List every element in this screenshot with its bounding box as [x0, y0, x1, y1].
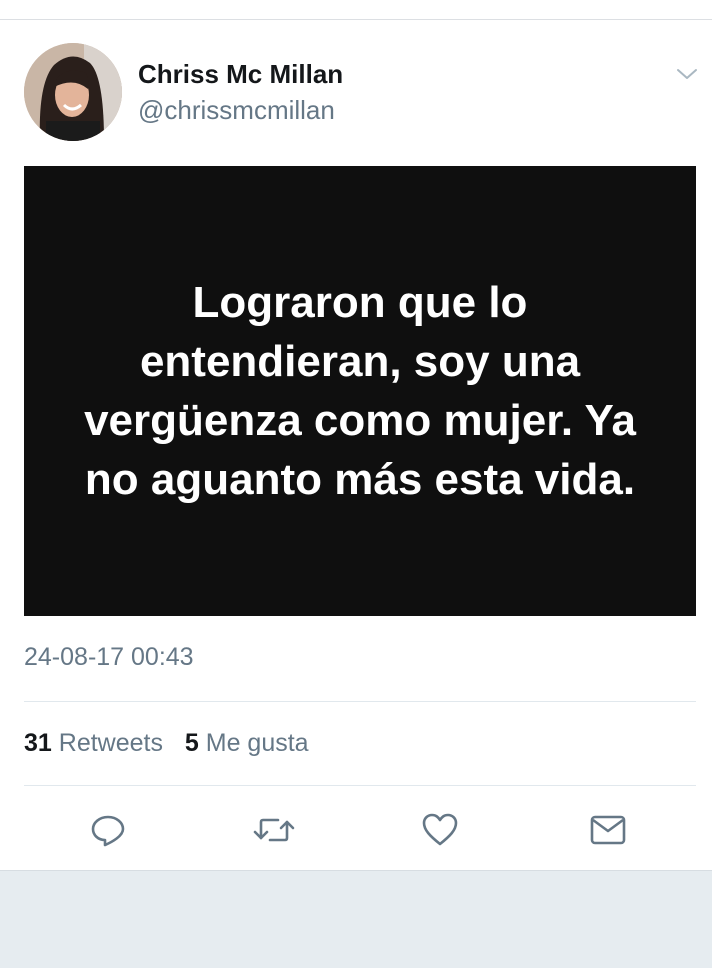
- avatar-photo: [24, 43, 122, 141]
- message-icon[interactable]: [586, 808, 630, 852]
- likes-count: 5: [184, 729, 199, 757]
- tweet-stats: 31 Retweets 5 Me gusta: [24, 729, 309, 758]
- timeline-background: [0, 870, 712, 968]
- author-handle[interactable]: @chrissmcmillan: [138, 95, 335, 126]
- chevron-down-icon[interactable]: [672, 62, 702, 86]
- tweet-actions: [0, 800, 712, 860]
- heart-icon[interactable]: [418, 808, 462, 852]
- retweets-stat[interactable]: 31 Retweets: [24, 729, 170, 757]
- retweets-count: 31: [24, 729, 52, 757]
- likes-stat[interactable]: 5 Me gusta: [185, 729, 309, 757]
- tweet-timestamp: 24-08-17 00:43: [24, 643, 194, 671]
- avatar[interactable]: [24, 43, 122, 141]
- divider: [24, 785, 696, 786]
- divider: [24, 701, 696, 702]
- likes-label: Me gusta: [205, 729, 309, 757]
- retweet-icon[interactable]: [252, 808, 296, 852]
- reply-icon[interactable]: [86, 808, 130, 852]
- retweets-label: Retweets: [58, 729, 163, 757]
- media-text: Lograron que lo entendieran, soy una ver…: [84, 278, 636, 504]
- tweet-media-image[interactable]: Lograron que lo entendieran, soy una ver…: [24, 166, 696, 616]
- author-display-name[interactable]: Chriss Mc Millan: [138, 59, 343, 90]
- tweet-header: Chriss Mc Millan @chrissmcmillan: [0, 0, 712, 160]
